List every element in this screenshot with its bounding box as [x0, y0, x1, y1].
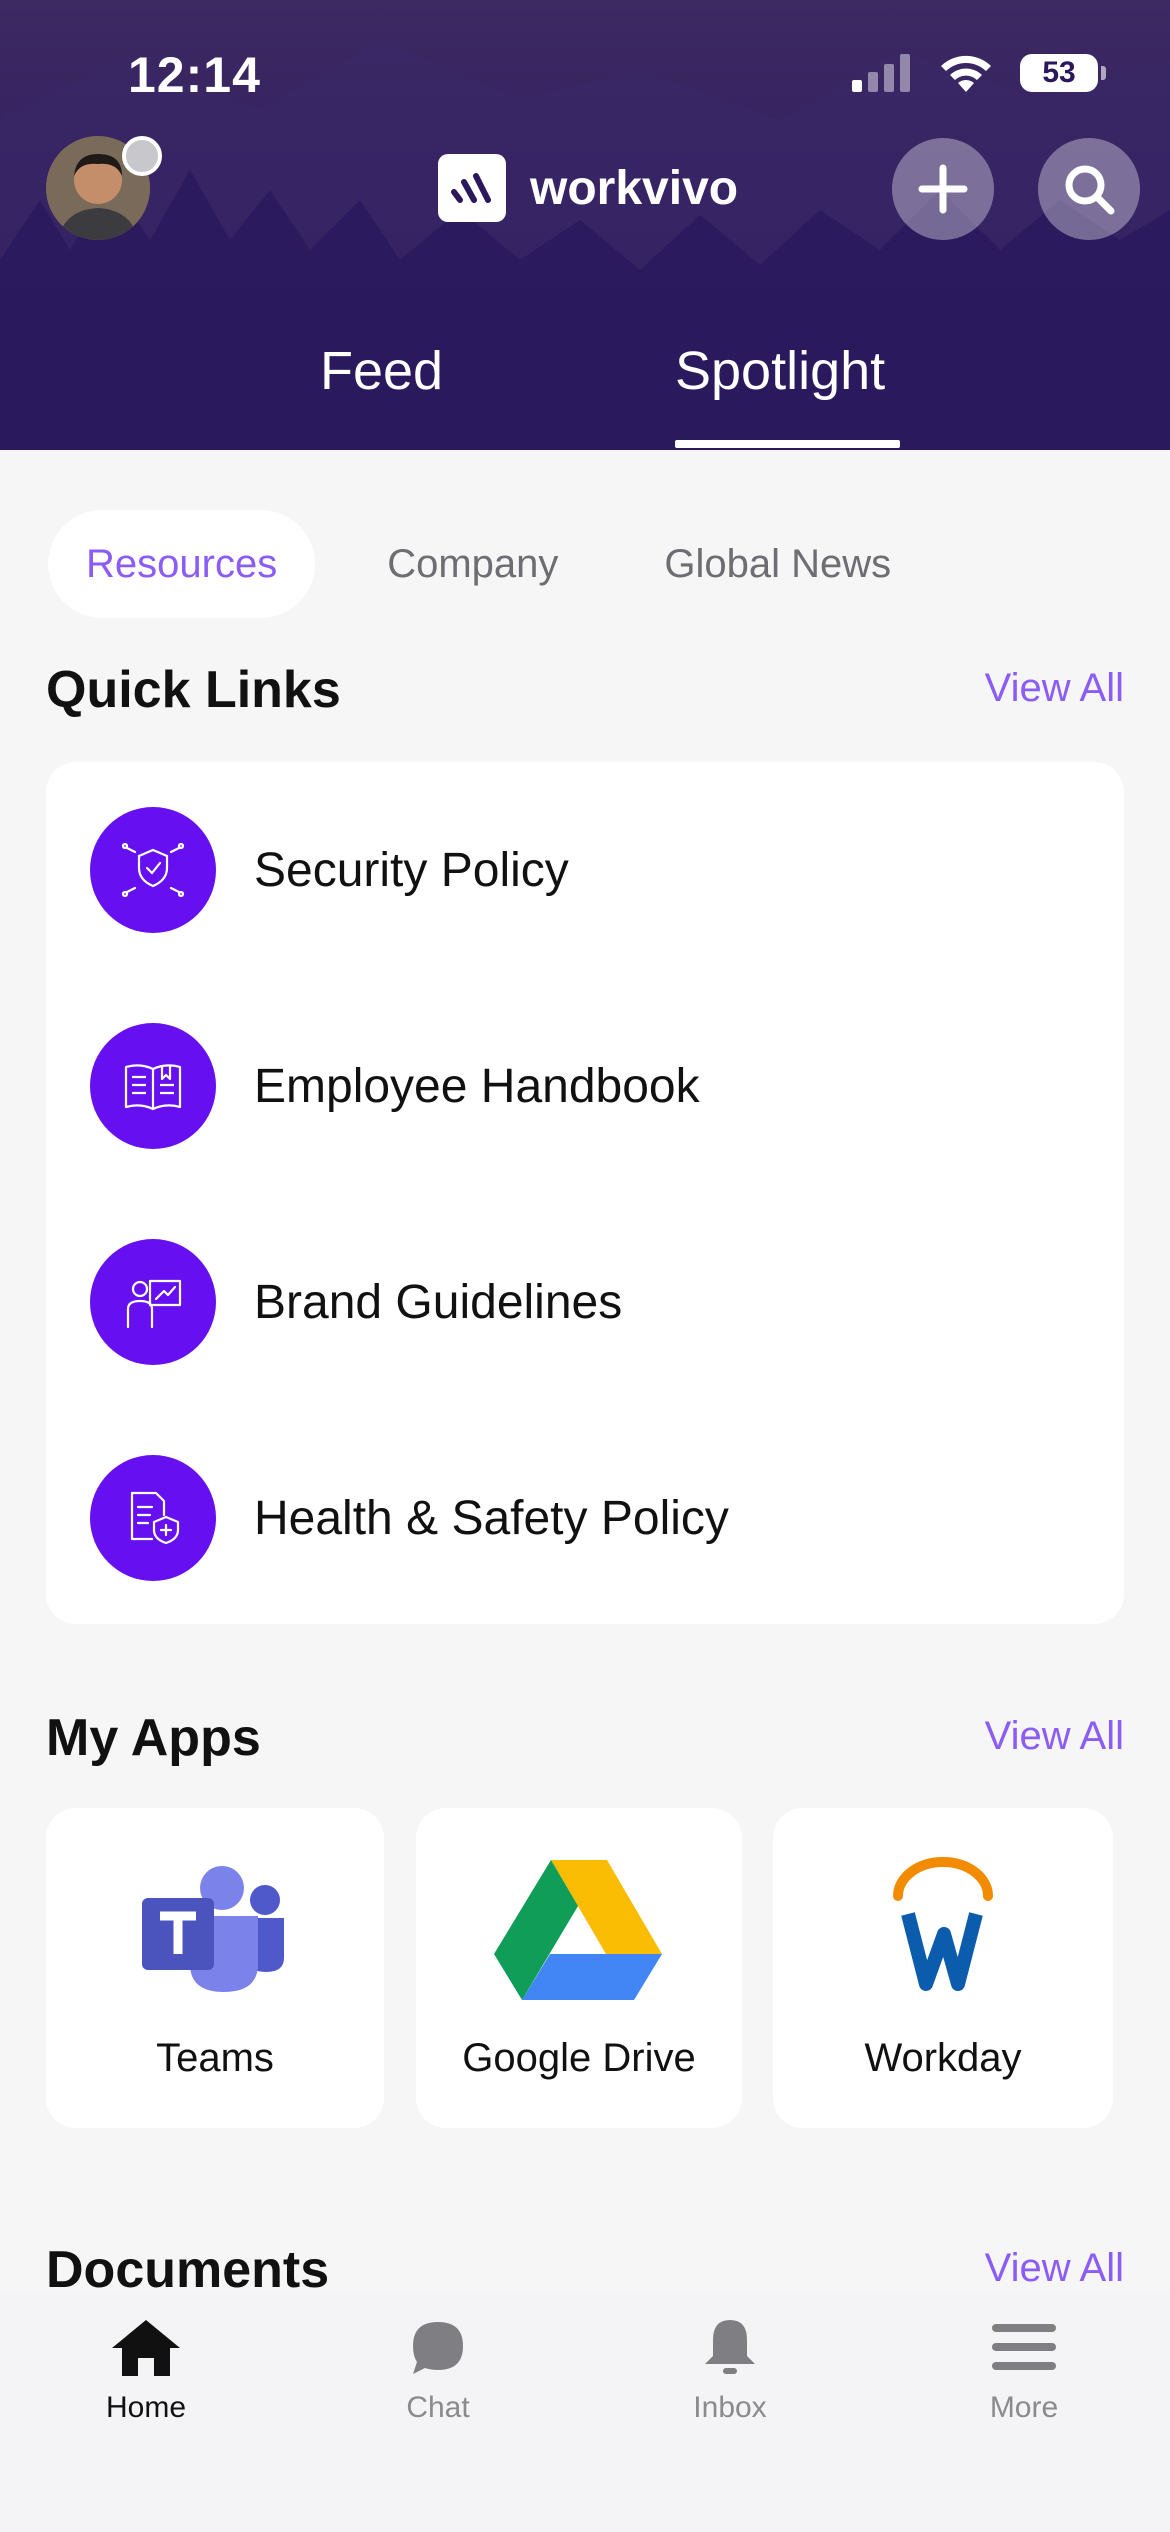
search-icon	[1065, 165, 1115, 215]
plus-icon	[918, 164, 968, 214]
quick-link-security-policy[interactable]: Security Policy	[90, 806, 569, 934]
workday-icon	[893, 1857, 993, 1991]
tabbar-label: More	[989, 2391, 1059, 2424]
active-tab-indicator	[675, 440, 900, 448]
filter-global-news[interactable]: Global News	[626, 510, 929, 618]
app-label: Workday	[864, 2036, 1022, 2080]
tabbar-more[interactable]: More	[934, 2316, 1114, 2425]
google-drive-icon	[494, 1860, 662, 2000]
quick-link-label: Health & Safety Policy	[254, 1491, 729, 1545]
tabbar-inbox[interactable]: Inbox	[640, 2316, 820, 2425]
filter-chips: Resources Company Global News	[48, 510, 959, 618]
wifi-icon	[941, 55, 991, 92]
document-shield-icon	[90, 1455, 216, 1581]
tab-feed[interactable]: Feed	[320, 340, 443, 402]
quick-link-employee-handbook[interactable]: Employee Handbook	[90, 1022, 700, 1150]
create-button[interactable]	[892, 138, 994, 240]
teams-icon	[142, 1866, 284, 1992]
quick-links-card: Security Policy Employee Handbook Brand …	[46, 762, 1124, 1624]
filter-resources[interactable]: Resources	[48, 510, 316, 618]
quick-link-health-safety-policy[interactable]: Health & Safety Policy	[90, 1454, 729, 1582]
chat-icon	[413, 2322, 463, 2374]
quick-link-label: Employee Handbook	[254, 1059, 700, 1113]
quick-links-view-all[interactable]: View All	[985, 666, 1124, 711]
tabbar-chat[interactable]: Chat	[348, 2316, 528, 2425]
my-apps-title: My Apps	[46, 1709, 261, 1767]
presence-status-dot	[122, 136, 162, 176]
workvivo-logo-icon	[438, 154, 506, 222]
security-shield-icon	[90, 807, 216, 933]
app-workday[interactable]: Workday	[773, 1808, 1113, 2128]
battery-indicator: 53	[1020, 54, 1106, 92]
app-label: Teams	[156, 2036, 274, 2080]
status-icons: 53	[852, 52, 1106, 94]
menu-icon	[992, 2324, 1056, 2370]
presentation-icon	[90, 1239, 216, 1365]
my-apps-view-all[interactable]: View All	[985, 1714, 1124, 1759]
book-icon	[90, 1023, 216, 1149]
signal-icon	[852, 54, 910, 92]
tab-spotlight[interactable]: Spotlight	[675, 340, 885, 402]
tabbar-home[interactable]: Home	[56, 2316, 236, 2425]
status-time: 12:14	[128, 47, 261, 103]
tabbar-label: Home	[105, 2391, 187, 2424]
quick-link-label: Security Policy	[254, 843, 569, 897]
brand: workvivo	[438, 154, 738, 222]
search-button[interactable]	[1038, 138, 1140, 240]
documents-view-all[interactable]: View All	[985, 2246, 1124, 2291]
brand-name: workvivo	[530, 161, 739, 215]
tabbar-label: Inbox	[693, 2391, 767, 2424]
bottom-tab-bar: Home Chat Inbox More	[0, 2292, 1170, 2532]
tabbar-label: Chat	[406, 2391, 470, 2424]
home-icon	[112, 2320, 180, 2376]
app-teams[interactable]: Teams	[46, 1808, 384, 2128]
quick-links-title: Quick Links	[46, 661, 341, 719]
documents-title: Documents	[46, 2241, 330, 2299]
filter-company[interactable]: Company	[349, 510, 596, 618]
app-google-drive[interactable]: Google Drive	[416, 1808, 742, 2128]
app-header: 12:14 53 workvivo Feed Spotlight	[0, 0, 1170, 450]
bell-icon	[705, 2320, 755, 2374]
quick-link-label: Brand Guidelines	[254, 1275, 623, 1329]
app-label: Google Drive	[462, 2036, 696, 2080]
quick-link-brand-guidelines[interactable]: Brand Guidelines	[90, 1238, 622, 1366]
